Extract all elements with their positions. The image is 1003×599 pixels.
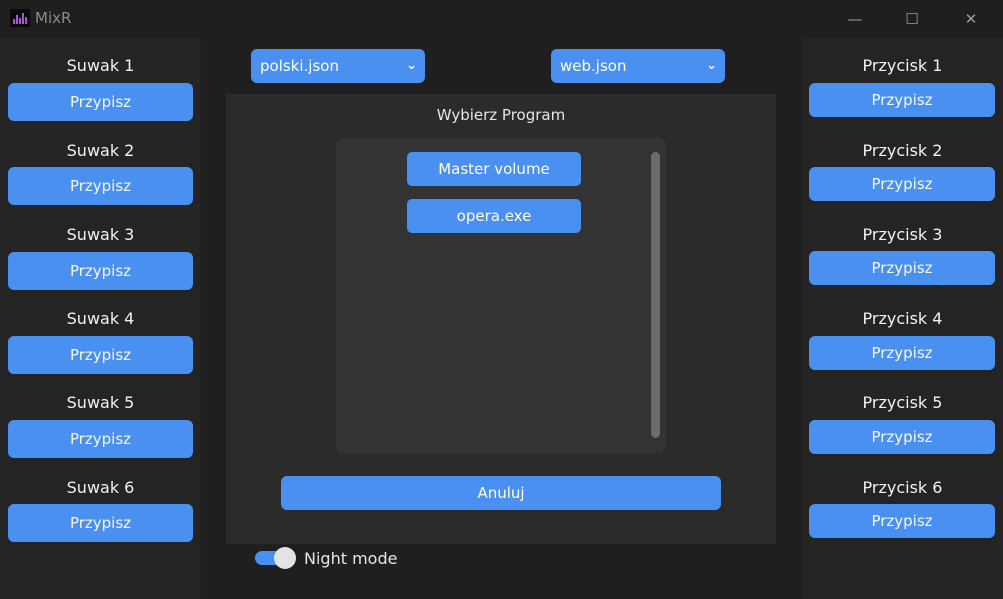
maximize-icon: ☐ bbox=[905, 10, 919, 28]
close-icon: ✕ bbox=[964, 10, 978, 28]
button-6-assign-button[interactable]: Przypisz bbox=[809, 504, 995, 538]
slider-1-assign-button[interactable]: Przypisz bbox=[8, 83, 193, 121]
equalizer-icon bbox=[10, 9, 30, 27]
program-item-opera[interactable]: opera.exe bbox=[407, 199, 581, 233]
button-label-5: Przycisk 5 bbox=[862, 393, 943, 412]
profile-dropdown-value: web.json bbox=[560, 57, 627, 75]
night-mode-label: Night mode bbox=[304, 549, 398, 568]
button-label-4: Przycisk 4 bbox=[862, 309, 943, 328]
button-label-6: Przycisk 6 bbox=[862, 478, 943, 497]
sliders-panel: Suwak 1 Przypisz Suwak 2 Przypisz Suwak … bbox=[0, 38, 201, 599]
program-picker-title: Wybierz Program bbox=[436, 106, 566, 124]
button-3-assign-button[interactable]: Przypisz bbox=[809, 251, 995, 285]
language-dropdown-value: polski.json bbox=[260, 57, 339, 75]
toggle-knob bbox=[274, 547, 296, 569]
main-area: polski.json ⌄ web.json ⌄ Wybierz Program… bbox=[201, 38, 802, 599]
minimize-button[interactable]: — bbox=[825, 0, 885, 38]
button-5-assign-button[interactable]: Przypisz bbox=[809, 420, 995, 454]
slider-6-assign-button[interactable]: Przypisz bbox=[8, 504, 193, 542]
program-item-master-volume[interactable]: Master volume bbox=[407, 152, 581, 186]
slider-label-5: Suwak 5 bbox=[66, 393, 135, 412]
app-title: MixR bbox=[35, 9, 72, 27]
close-button[interactable]: ✕ bbox=[941, 0, 1001, 38]
button-label-3: Przycisk 3 bbox=[862, 225, 943, 244]
chevron-down-icon: ⌄ bbox=[706, 58, 717, 73]
button-label-2: Przycisk 2 bbox=[862, 141, 943, 160]
minimize-icon: — bbox=[847, 10, 863, 28]
slider-3-assign-button[interactable]: Przypisz bbox=[8, 252, 193, 290]
program-list: Master volume opera.exe bbox=[336, 138, 666, 453]
program-picker-dialog: Wybierz Program Master volume opera.exe … bbox=[226, 94, 776, 544]
slider-2-assign-button[interactable]: Przypisz bbox=[8, 167, 193, 205]
maximize-button[interactable]: ☐ bbox=[882, 0, 942, 38]
profile-dropdown[interactable]: web.json ⌄ bbox=[551, 49, 725, 83]
button-4-assign-button[interactable]: Przypisz bbox=[809, 336, 995, 370]
button-2-assign-button[interactable]: Przypisz bbox=[809, 167, 995, 201]
button-label-1: Przycisk 1 bbox=[862, 56, 943, 75]
language-dropdown[interactable]: polski.json ⌄ bbox=[251, 49, 425, 83]
slider-label-2: Suwak 2 bbox=[66, 141, 135, 160]
slider-label-6: Suwak 6 bbox=[66, 478, 135, 497]
title-bar: MixR — ☐ ✕ bbox=[0, 0, 1003, 38]
slider-5-assign-button[interactable]: Przypisz bbox=[8, 420, 193, 458]
chevron-down-icon: ⌄ bbox=[406, 58, 417, 73]
slider-label-4: Suwak 4 bbox=[66, 309, 135, 328]
slider-label-1: Suwak 1 bbox=[66, 56, 135, 75]
button-1-assign-button[interactable]: Przypisz bbox=[809, 83, 995, 117]
cancel-button[interactable]: Anuluj bbox=[281, 476, 721, 510]
slider-label-3: Suwak 3 bbox=[66, 225, 135, 244]
program-list-scrollbar[interactable] bbox=[651, 152, 660, 438]
slider-4-assign-button[interactable]: Przypisz bbox=[8, 336, 193, 374]
buttons-panel: Przycisk 1 Przypisz Przycisk 2 Przypisz … bbox=[802, 38, 1003, 599]
night-mode-toggle[interactable] bbox=[255, 547, 297, 569]
